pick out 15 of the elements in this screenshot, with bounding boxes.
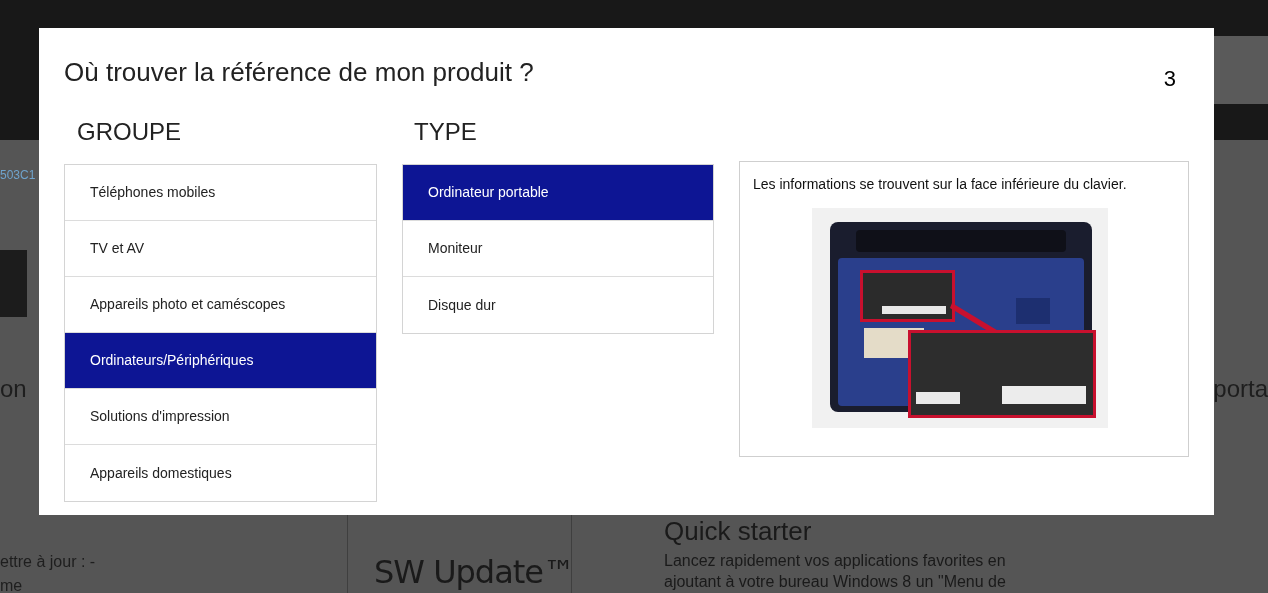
section-heading-fragment: porta (1213, 373, 1268, 404)
section-title: Quick starter (664, 516, 813, 546)
header-band (1214, 36, 1268, 104)
sw-update-logo: SW Update™ (374, 553, 574, 591)
option-item[interactable]: Ordinateur portable (403, 165, 713, 221)
info-text: Les informations se trouvent sur la face inférieure du clavier. (753, 175, 1128, 193)
text-line: ajoutant à votre bureau Windows 8 un "Menu de (664, 572, 1006, 592)
column-heading: GROUPE (77, 116, 181, 147)
column-heading: TYPE (414, 116, 477, 147)
dialog-title: Où trouver la référence de mon produit ? (64, 56, 534, 88)
tab-block (0, 250, 27, 317)
page-counter: 3 (1163, 65, 1176, 93)
option-item[interactable]: Ordinateurs/Périphériques (65, 333, 376, 389)
section-heading-fragment: on (0, 373, 27, 404)
text-line: Lancez rapidement vos applications favorites en (664, 551, 1006, 571)
